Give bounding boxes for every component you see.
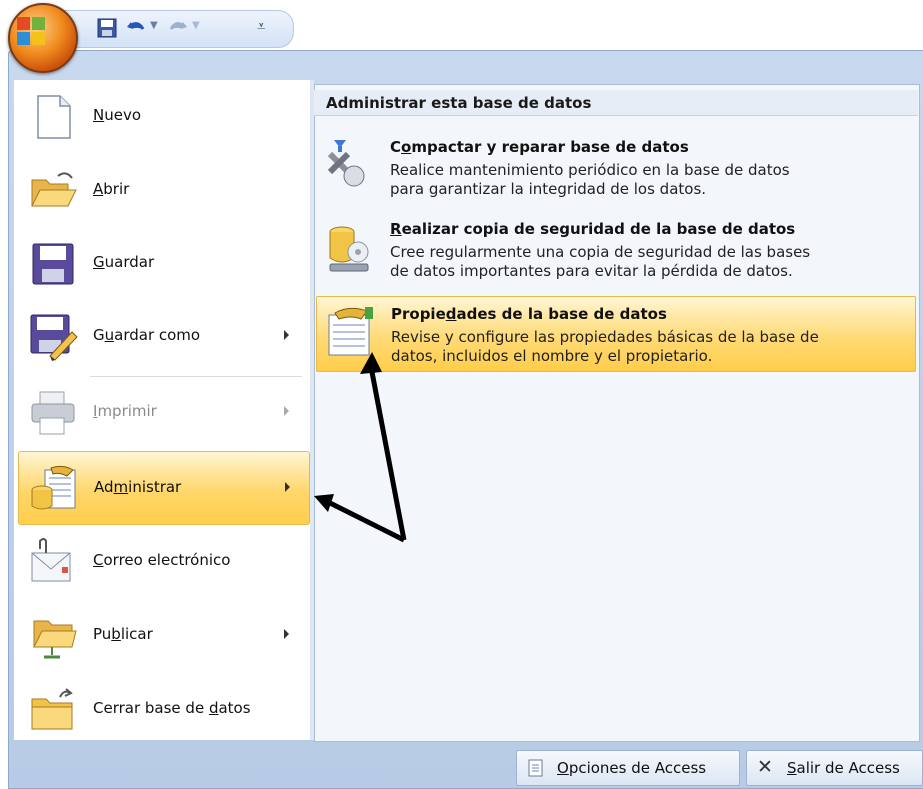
menu-item-guardar[interactable]: Guardar	[18, 227, 308, 299]
exit-access-button[interactable]: ✕ Salir de Access	[746, 750, 923, 786]
office-logo-icon	[17, 17, 45, 45]
save-as-icon	[30, 314, 78, 361]
publish-icon	[33, 620, 77, 659]
menu-item-label: Guardar	[93, 253, 155, 271]
exit-access-label: Salir de Access	[787, 759, 900, 777]
access-options-label: Opciones de Access	[557, 759, 707, 777]
manage-database-icon	[31, 465, 76, 510]
menu-item-label: Guardar como	[93, 326, 201, 344]
submenu-arrow-icon	[284, 330, 289, 340]
printer-icon	[31, 391, 75, 435]
menu-item-label: Abrir	[93, 180, 130, 198]
close-icon: ✕	[757, 756, 773, 778]
open-folder-icon	[31, 172, 77, 207]
menu-item-abrir[interactable]: Abrir	[18, 154, 308, 226]
redo-dropdown-icon: ▼	[192, 20, 200, 31]
database-properties-icon	[328, 307, 373, 356]
submenu-arrow-icon	[284, 629, 289, 639]
customize-qat-icon[interactable]: ⩡	[257, 17, 265, 35]
undo-icon[interactable]	[125, 17, 147, 39]
menu-item-nuevo[interactable]: Nuevo	[18, 80, 308, 152]
submenu-item-title: Compactar y reparar base de datos	[390, 138, 689, 156]
submenu-item-description: Cree regularmente una copia de seguridad…	[390, 243, 811, 280]
menu-item-administrar[interactable]: Administrar	[18, 451, 310, 525]
menu-item-guardar-como[interactable]: Guardar como	[18, 300, 308, 372]
redo-icon	[169, 22, 187, 30]
save-icon	[32, 243, 74, 285]
submenu-arrow-icon	[285, 482, 290, 492]
menu-item-label: Correo electrónico	[93, 551, 231, 569]
submenu-arrow-icon	[284, 406, 289, 416]
compact-repair-icon	[327, 140, 365, 187]
menu-item-label: Cerrar base de datos	[93, 699, 251, 717]
submenu-item-title: Realizar copia de seguridad de la base d…	[390, 220, 796, 238]
menu-item-label: Administrar	[94, 478, 182, 496]
menu-item-label: Publicar	[93, 625, 153, 643]
options-icon	[528, 759, 543, 777]
submenu-item-copia-seguridad[interactable]: Realizar copia de seguridad de la base d…	[316, 212, 914, 286]
access-options-button[interactable]: Opciones de Access	[516, 750, 740, 786]
submenu-item-title: Propiedades de la base de datos	[391, 305, 667, 323]
undo-dropdown-icon[interactable]: ▼	[150, 20, 158, 31]
submenu-item-propiedades[interactable]: Propiedades de la base de datos Revise y…	[316, 296, 916, 372]
close-database-icon	[31, 688, 73, 730]
submenu-item-compactar[interactable]: Compactar y reparar base de datos Realic…	[316, 130, 914, 204]
menu-item-label: Imprimir	[93, 402, 157, 420]
submenu-item-description: Realice mantenimiento periódico en la ba…	[390, 161, 790, 198]
backup-database-icon	[329, 226, 369, 272]
menu-item-publicar[interactable]: Publicar	[18, 599, 308, 671]
menu-item-cerrar-base-de-datos[interactable]: Cerrar base de datos	[18, 673, 308, 745]
menu-item-imprimir: Imprimir	[18, 376, 308, 448]
email-icon	[31, 538, 71, 582]
submenu-item-description: Revise y configure las propiedades básic…	[391, 328, 819, 365]
new-document-icon	[37, 95, 71, 139]
quick-access-toolbar: ▼ ▼ ⩡	[62, 10, 294, 48]
menu-item-correo-electronico[interactable]: Correo electrónico	[18, 525, 308, 597]
menu-item-label: Nuevo	[93, 106, 142, 124]
save-icon[interactable]	[97, 17, 117, 39]
submenu-header: Administrar esta base de datos	[314, 90, 918, 116]
